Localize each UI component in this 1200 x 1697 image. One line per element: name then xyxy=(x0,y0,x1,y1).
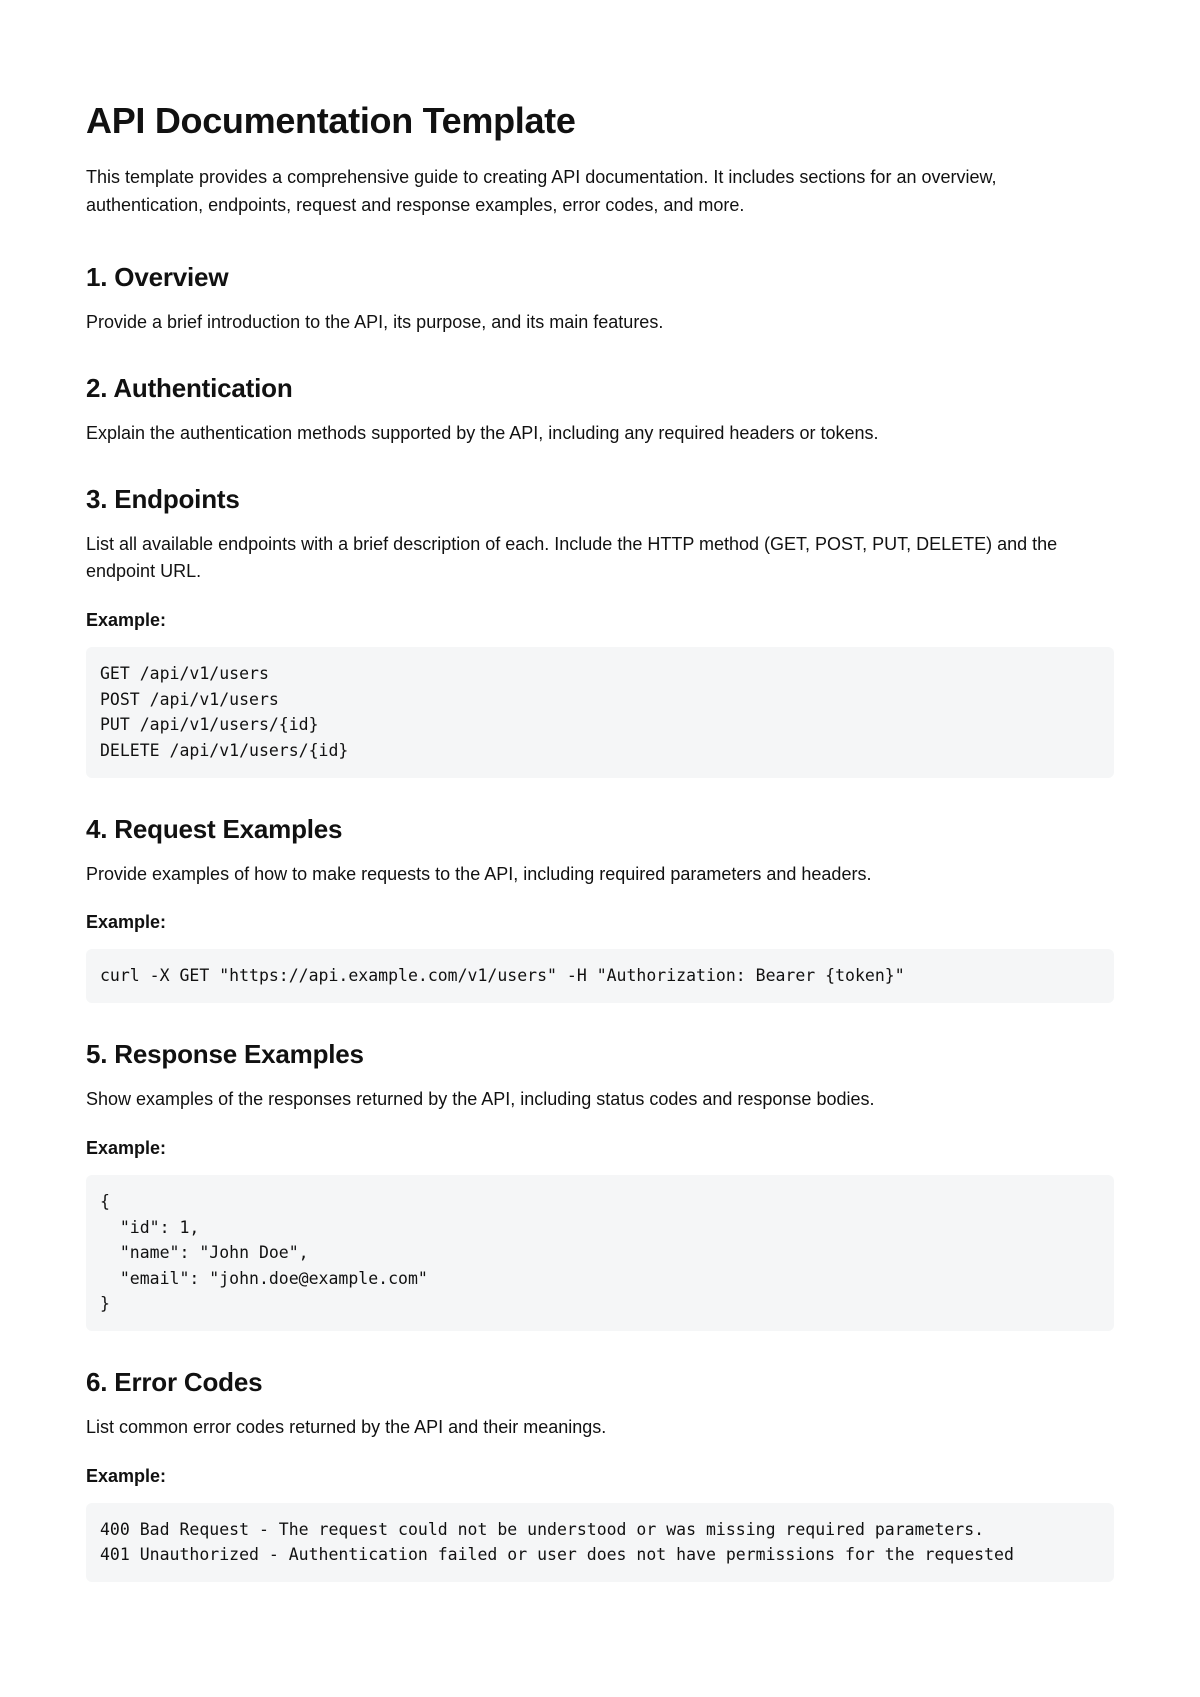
body-response-examples: Show examples of the responses returned … xyxy=(86,1086,1114,1114)
section-authentication: 2. Authentication Explain the authentica… xyxy=(86,373,1114,448)
page-title: API Documentation Template xyxy=(86,100,1114,142)
example-label-request: Example: xyxy=(86,912,1114,933)
heading-endpoints: 3. Endpoints xyxy=(86,484,1114,515)
intro-paragraph: This template provides a comprehensive g… xyxy=(86,164,1114,220)
example-label-response: Example: xyxy=(86,1138,1114,1159)
example-label-endpoints: Example: xyxy=(86,610,1114,631)
body-error-codes: List common error codes returned by the … xyxy=(86,1414,1114,1442)
section-overview: 1. Overview Provide a brief introduction… xyxy=(86,262,1114,337)
heading-authentication: 2. Authentication xyxy=(86,373,1114,404)
section-error-codes: 6. Error Codes List common error codes r… xyxy=(86,1367,1114,1582)
heading-error-codes: 6. Error Codes xyxy=(86,1367,1114,1398)
section-response-examples: 5. Response Examples Show examples of th… xyxy=(86,1039,1114,1331)
code-block-request: curl -X GET "https://api.example.com/v1/… xyxy=(86,949,1114,1003)
code-block-endpoints: GET /api/v1/users POST /api/v1/users PUT… xyxy=(86,647,1114,777)
body-request-examples: Provide examples of how to make requests… xyxy=(86,861,1114,889)
body-endpoints: List all available endpoints with a brie… xyxy=(86,531,1114,587)
body-overview: Provide a brief introduction to the API,… xyxy=(86,309,1114,337)
section-request-examples: 4. Request Examples Provide examples of … xyxy=(86,814,1114,1003)
code-block-response: { "id": 1, "name": "John Doe", "email": … xyxy=(86,1175,1114,1331)
heading-overview: 1. Overview xyxy=(86,262,1114,293)
heading-response-examples: 5. Response Examples xyxy=(86,1039,1114,1070)
example-label-errors: Example: xyxy=(86,1466,1114,1487)
section-endpoints: 3. Endpoints List all available endpoint… xyxy=(86,484,1114,778)
body-authentication: Explain the authentication methods suppo… xyxy=(86,420,1114,448)
code-block-errors: 400 Bad Request - The request could not … xyxy=(86,1503,1114,1582)
heading-request-examples: 4. Request Examples xyxy=(86,814,1114,845)
